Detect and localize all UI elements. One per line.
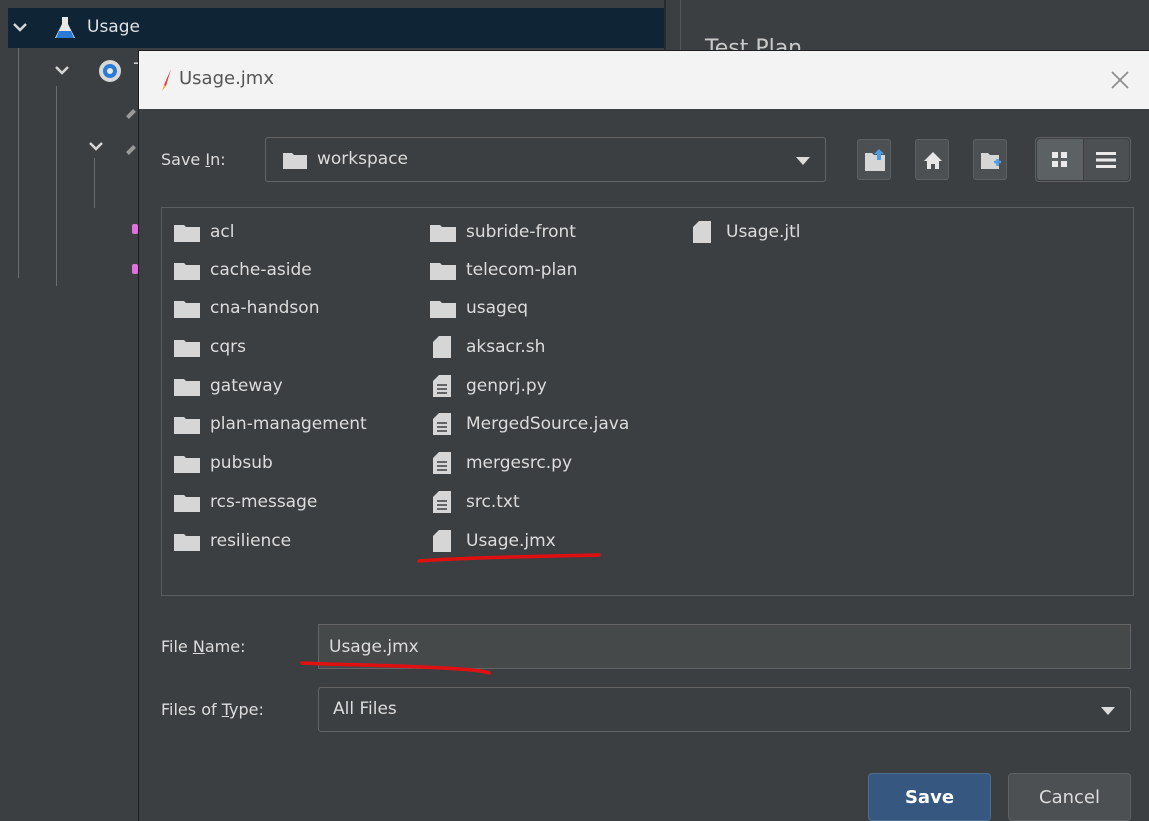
folder-icon [283, 153, 307, 173]
close-icon[interactable] [1105, 65, 1135, 95]
save-in-dropdown[interactable]: workspace [265, 137, 826, 182]
home-button[interactable] [915, 139, 949, 180]
folder-icon [430, 263, 456, 284]
file-type-label: Files of Type: [161, 700, 264, 719]
folder-icon [174, 340, 200, 361]
details-view-button[interactable] [1084, 139, 1129, 180]
expand-chevron-icon[interactable] [88, 138, 104, 156]
flask-icon [54, 16, 76, 44]
folder-icon [174, 417, 200, 438]
tree-guide-line [18, 48, 19, 278]
file-icon [433, 530, 451, 556]
folder-icon [174, 263, 200, 284]
tree-item-label: Usage [87, 17, 140, 37]
expand-chevron-icon[interactable] [54, 62, 70, 80]
file-type-dropdown[interactable]: All Files [318, 687, 1131, 732]
dialog-title-bar[interactable]: Usage.jmx [139, 51, 1149, 109]
tree-guide-line [56, 86, 57, 286]
expand-chevron-icon[interactable] [12, 19, 28, 37]
folder-icon [430, 301, 456, 322]
save-in-value: workspace [317, 149, 409, 169]
cancel-button[interactable]: Cancel [1008, 773, 1131, 821]
folder-icon [174, 534, 200, 555]
chevron-down-icon [796, 157, 810, 165]
up-one-level-button[interactable] [857, 139, 891, 180]
text-file-icon [433, 375, 451, 401]
pen-icon [126, 145, 136, 155]
save-in-label: Save In: [161, 150, 226, 169]
file-list[interactable]: acl cache-aside cna-handson cqrs gateway… [161, 207, 1134, 596]
save-dialog: Usage.jmx Save In: workspace acl cache-a… [138, 50, 1149, 821]
feather-pen-icon [161, 68, 173, 96]
gear-icon [96, 57, 124, 89]
list-view-icon [1052, 152, 1068, 172]
folder-icon [174, 456, 200, 477]
text-file-icon [433, 452, 451, 478]
chevron-down-icon [1101, 707, 1115, 715]
tree-guide-line [94, 158, 95, 208]
file-name-input[interactable] [318, 624, 1131, 669]
text-file-icon [433, 491, 451, 517]
create-new-folder-button[interactable] [973, 139, 1007, 180]
dialog-title: Usage.jmx [179, 68, 274, 89]
details-view-icon [1096, 151, 1116, 173]
save-button[interactable]: Save [868, 773, 991, 821]
file-icon [433, 336, 451, 362]
folder-icon [174, 495, 200, 516]
pen-icon [126, 109, 136, 119]
folder-icon [174, 379, 200, 400]
view-toggle-group [1035, 137, 1131, 182]
folder-icon [174, 225, 200, 246]
file-type-value: All Files [333, 699, 397, 719]
file-name-label: File Name: [161, 637, 246, 656]
folder-icon [174, 301, 200, 322]
tree-row-usage[interactable]: Usage [8, 8, 664, 48]
list-view-button[interactable] [1037, 139, 1083, 180]
text-file-icon [433, 413, 451, 439]
folder-icon [430, 225, 456, 246]
file-icon [693, 221, 711, 247]
